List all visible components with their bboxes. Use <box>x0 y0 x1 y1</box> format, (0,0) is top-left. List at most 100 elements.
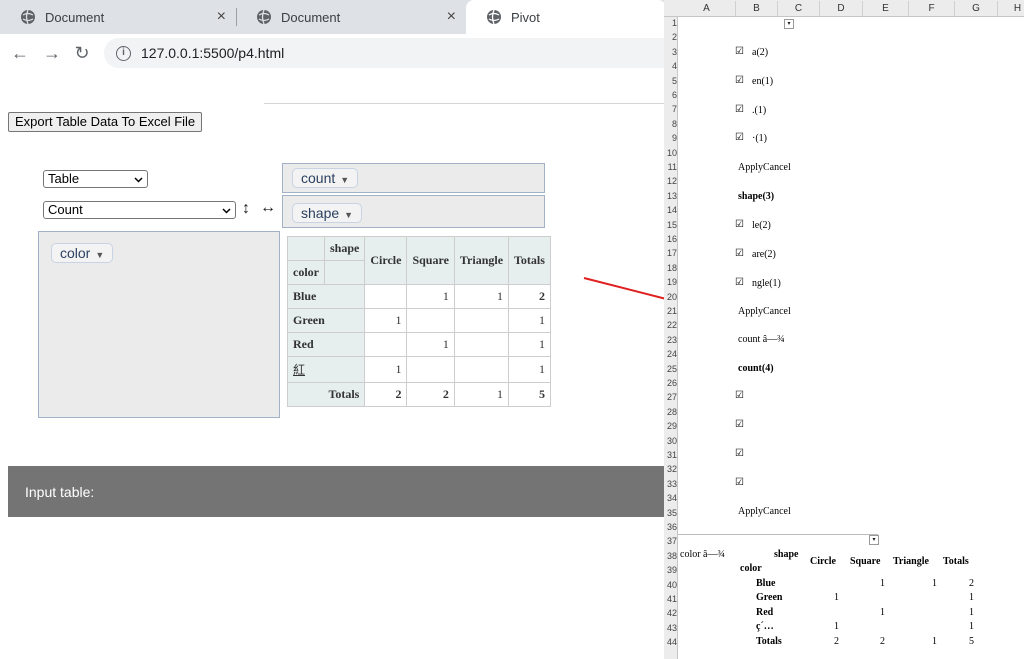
row-header[interactable]: 25 <box>664 364 678 374</box>
row-header[interactable]: 21 <box>664 306 678 316</box>
row-header[interactable]: 18 <box>664 263 678 273</box>
checkbox-icon[interactable]: ☑ <box>735 477 744 488</box>
dropdown-icon[interactable]: ▾ <box>869 535 879 545</box>
row-header[interactable]: 10 <box>664 148 678 158</box>
triangle-down-icon[interactable]: ▼ <box>340 175 349 185</box>
row-header[interactable]: 16 <box>664 234 678 244</box>
row-header[interactable]: 40 <box>664 580 678 590</box>
row-header[interactable]: 17 <box>664 248 678 258</box>
row-header[interactable]: 28 <box>664 407 678 417</box>
triangle-down-icon[interactable]: ▼ <box>95 250 104 260</box>
row-header[interactable]: 7 <box>664 104 678 114</box>
column-header[interactable]: H <box>998 1 1024 16</box>
row-header[interactable]: 14 <box>664 205 678 215</box>
back-arrow-icon[interactable]: ← <box>8 41 32 65</box>
row-header[interactable]: 36 <box>664 522 678 532</box>
close-tab-icon[interactable]: × <box>217 9 226 25</box>
checkbox-icon[interactable]: ☑ <box>735 132 744 143</box>
checkbox-icon[interactable]: ☑ <box>735 75 744 86</box>
apply-cancel-text: ApplyCancel <box>738 162 791 173</box>
row-header[interactable]: 13 <box>664 191 678 201</box>
cell-value <box>406 308 455 333</box>
row-total: 2 <box>508 284 551 309</box>
row-header[interactable]: 43 <box>664 623 678 633</box>
row-label: ç´… <box>756 621 774 633</box>
row-header[interactable]: 1 <box>664 18 678 28</box>
column-header[interactable]: E <box>863 1 909 16</box>
row-header[interactable]: 2 <box>664 32 678 42</box>
column-header[interactable]: C <box>778 1 820 16</box>
row-header[interactable]: 35 <box>664 508 678 518</box>
filter-header: count(4) <box>738 363 774 374</box>
row-header[interactable]: 33 <box>664 479 678 489</box>
info-icon[interactable]: i <box>116 45 131 61</box>
checkbox-icon[interactable]: ☑ <box>735 390 744 401</box>
pivot-table: shape Circle Square Triangle Totals colo… <box>286 236 551 407</box>
row-header[interactable]: 5 <box>664 76 678 86</box>
row-header[interactable]: 15 <box>664 220 678 230</box>
checkbox-icon[interactable]: ☑ <box>735 248 744 259</box>
column-header[interactable]: A <box>678 1 736 16</box>
triangle-down-icon[interactable]: ▼ <box>344 210 353 220</box>
row-header[interactable]: 37 <box>664 536 678 546</box>
filter-item: en(1) <box>752 76 774 87</box>
filter-item: le(2) <box>752 220 771 231</box>
col-header: Totals <box>943 556 969 567</box>
row-header[interactable]: 34 <box>664 493 678 503</box>
row-header[interactable]: 19 <box>664 277 678 287</box>
browser-tab-pivot[interactable]: Pivot <box>466 0 666 34</box>
column-header[interactable]: D <box>820 1 863 16</box>
input-table-title: Input table: <box>25 484 95 500</box>
row-header[interactable]: 4 <box>664 61 678 71</box>
browser-tab-document-2[interactable]: Document × <box>236 0 466 34</box>
row-header[interactable]: 6 <box>664 90 678 100</box>
renderer-select[interactable]: Table <box>43 170 148 188</box>
browser-tab-document-1[interactable]: Document × <box>0 0 236 34</box>
browser-tab-bar: Document × Document × Pivot <box>0 0 666 34</box>
globe-icon <box>487 9 501 25</box>
forward-arrow-icon[interactable]: → <box>40 41 64 65</box>
attr-count[interactable]: count ▼ <box>292 168 359 188</box>
checkbox-icon[interactable]: ☑ <box>735 104 744 115</box>
row-header[interactable]: 32 <box>664 464 678 474</box>
column-header[interactable]: F <box>909 1 955 16</box>
row-label: Red <box>756 606 774 618</box>
checkbox-icon[interactable]: ☑ <box>735 277 744 288</box>
attr-shape[interactable]: shape ▼ <box>292 203 363 223</box>
checkbox-icon[interactable]: ☑ <box>735 419 744 430</box>
attr-color[interactable]: color ▼ <box>51 243 114 263</box>
row-header[interactable]: 26 <box>664 378 678 388</box>
column-header[interactable]: G <box>955 1 998 16</box>
checkbox-icon[interactable]: ☑ <box>735 219 744 230</box>
row-header[interactable]: 24 <box>664 349 678 359</box>
column-header[interactable]: B <box>736 1 778 16</box>
column-header-bar: A B C D E F G H <box>664 0 1024 17</box>
row-header[interactable]: 8 <box>664 119 678 129</box>
checkbox-icon[interactable]: ☑ <box>735 46 744 57</box>
row-header[interactable]: 22 <box>664 320 678 330</box>
row-header[interactable]: 11 <box>664 162 678 172</box>
checkbox-icon[interactable]: ☑ <box>735 448 744 459</box>
row-header[interactable]: 3 <box>664 47 678 57</box>
aggregator-select[interactable]: Count <box>43 201 236 219</box>
row-header[interactable]: 44 <box>664 637 678 647</box>
row-header[interactable]: 38 <box>664 551 678 561</box>
row-header[interactable]: 41 <box>664 594 678 604</box>
row-header[interactable]: 31 <box>664 450 678 460</box>
row-header[interactable]: 39 <box>664 565 678 575</box>
row-header[interactable]: 42 <box>664 608 678 618</box>
row-header[interactable]: 30 <box>664 436 678 446</box>
close-tab-icon[interactable]: × <box>447 9 456 25</box>
sort-cols-icon[interactable]: ↔ <box>260 199 276 217</box>
address-bar[interactable]: i 127.0.0.1:5500/p4.html <box>104 38 684 68</box>
row-header[interactable]: 23 <box>664 335 678 345</box>
row-header[interactable]: 27 <box>664 392 678 402</box>
row-header[interactable]: 12 <box>664 176 678 186</box>
row-header[interactable]: 29 <box>664 421 678 431</box>
export-excel-button[interactable]: Export Table Data To Excel File <box>8 112 203 132</box>
sort-rows-icon[interactable]: ↕ <box>242 200 250 218</box>
dropdown-icon[interactable]: ▾ <box>784 19 794 29</box>
row-header[interactable]: 20 <box>664 292 678 302</box>
reload-icon[interactable]: ↻ <box>70 41 94 65</box>
row-header[interactable]: 9 <box>664 133 678 143</box>
